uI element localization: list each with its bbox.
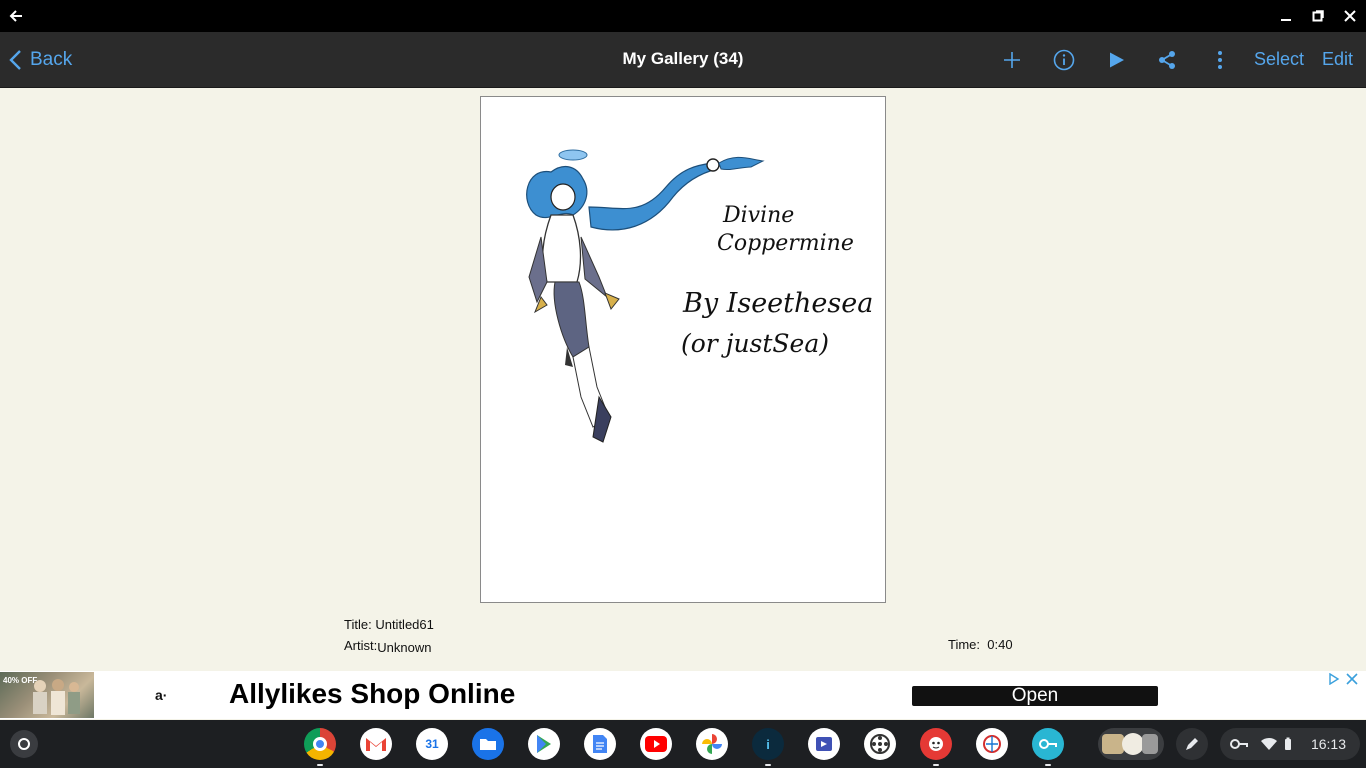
pen-icon [1186, 738, 1198, 750]
status-tray[interactable]: 16:13 [1220, 728, 1360, 760]
window-back-button[interactable] [0, 0, 32, 32]
artist-value: Unknown [377, 640, 432, 655]
battery-icon [1285, 737, 1291, 750]
docs-icon [593, 735, 607, 753]
play-icon [1110, 52, 1124, 68]
close-button[interactable] [1334, 0, 1366, 32]
artwork-preview[interactable]: Divine Coppermine By Iseethesea (or just… [480, 96, 886, 603]
share-button[interactable] [1150, 43, 1184, 77]
adchoices-icon[interactable] [1328, 673, 1340, 685]
calendar-app-icon[interactable]: 31 [416, 728, 448, 760]
clock: 16:13 [1310, 736, 1346, 752]
media-icon [816, 737, 832, 751]
app-toolbar: Back My Gallery (34) Select Edit [0, 32, 1366, 88]
add-button[interactable] [995, 43, 1029, 77]
key-icon [1039, 739, 1057, 749]
minimize-button[interactable] [1270, 0, 1302, 32]
artist-label: Artist: [344, 638, 378, 653]
handwriting-line3: By Iseethesea [682, 288, 873, 319]
close-icon[interactable] [1346, 673, 1358, 685]
running-indicator [933, 764, 939, 766]
ibis-paint-app-icon[interactable]: i [752, 728, 784, 760]
artwork-time-row: Time: 0:40 [948, 637, 1013, 652]
stylus-tools-button[interactable] [1176, 728, 1208, 760]
photos-icon [702, 734, 722, 754]
back-button[interactable]: Back [8, 44, 72, 76]
docs-app-icon[interactable] [584, 728, 616, 760]
vpn-key-icon [1230, 739, 1248, 749]
artwork-title-row: Title: Untitled61 [344, 617, 434, 632]
handwriting-line1: Divine [722, 203, 794, 228]
chevron-left-icon [9, 50, 21, 70]
more-button[interactable] [1203, 43, 1237, 77]
ibis-paint-icon: i [766, 736, 770, 752]
artwork-artist-row: Artist:Unknown [344, 638, 432, 655]
title-value: Untitled61 [375, 617, 434, 632]
holding-space-thumbnails [1102, 733, 1158, 755]
system-shelf: 31 i 16:13 [0, 720, 1366, 768]
youtube-icon [645, 736, 667, 752]
add-icon [1004, 52, 1020, 68]
gmail-app-icon[interactable] [360, 728, 392, 760]
app-icon-a[interactable] [864, 728, 896, 760]
play-store-icon [537, 735, 551, 753]
film-reel-icon [870, 734, 890, 754]
play-store-app-icon[interactable] [528, 728, 560, 760]
ad-headline[interactable]: Allylikes Shop Online [229, 678, 515, 710]
ad-banner[interactable]: 40% OFF a· Allylikes Shop Online Open [0, 671, 1366, 719]
time-label: Time: [948, 637, 981, 652]
calendar-day: 31 [425, 737, 439, 751]
back-label: Back [30, 49, 73, 70]
close-icon [1344, 10, 1356, 22]
wifi-icon [1261, 737, 1277, 750]
gmail-icon [366, 738, 386, 751]
info-button[interactable] [1047, 43, 1081, 77]
time-value: 0:40 [987, 637, 1013, 652]
app-icon-b[interactable] [920, 728, 952, 760]
youtube-app-icon[interactable] [640, 728, 672, 760]
running-indicator [1045, 764, 1051, 766]
ad-controls [1328, 673, 1358, 685]
more-vertical-icon [1218, 51, 1222, 69]
running-indicator [317, 764, 323, 766]
media-app-icon[interactable] [808, 728, 840, 760]
select-button[interactable]: Select [1254, 49, 1304, 70]
holding-space[interactable] [1098, 728, 1164, 760]
app-icon-c[interactable] [976, 728, 1008, 760]
handwriting-line4: (or justSea) [681, 329, 829, 358]
folder-icon [480, 739, 496, 750]
restore-icon [1312, 10, 1324, 22]
ad-logo: a· [155, 687, 168, 703]
edit-button[interactable]: Edit [1322, 49, 1353, 70]
launcher-button[interactable] [10, 730, 38, 758]
globe-icon [983, 735, 1001, 753]
ad-thumbnail[interactable]: 40% OFF [0, 672, 94, 718]
chrome-app-icon[interactable] [304, 728, 336, 760]
mascot-icon [929, 737, 943, 751]
files-app-icon[interactable] [472, 728, 504, 760]
launcher-icon [18, 738, 30, 750]
running-indicator [765, 764, 771, 766]
share-icon [1159, 51, 1175, 69]
arrow-left-icon [9, 10, 22, 22]
info-icon [1053, 49, 1075, 71]
app-window: Back My Gallery (34) Select Edit Divine … [0, 0, 1366, 768]
title-label: Title: [344, 617, 372, 632]
ad-thumb-image [33, 679, 80, 715]
photos-app-icon[interactable] [696, 728, 728, 760]
minimize-icon [1281, 19, 1291, 21]
play-button[interactable] [1100, 43, 1134, 77]
artwork-drawing: Divine Coppermine By Iseethesea (or just… [526, 149, 873, 443]
ad-open-button[interactable]: Open [912, 686, 1158, 706]
restore-button[interactable] [1302, 0, 1334, 32]
app-icon-d[interactable] [1032, 728, 1064, 760]
page-title: My Gallery (34) [622, 49, 744, 68]
handwriting-line2: Coppermine [717, 231, 854, 256]
window-titlebar [0, 0, 1366, 32]
